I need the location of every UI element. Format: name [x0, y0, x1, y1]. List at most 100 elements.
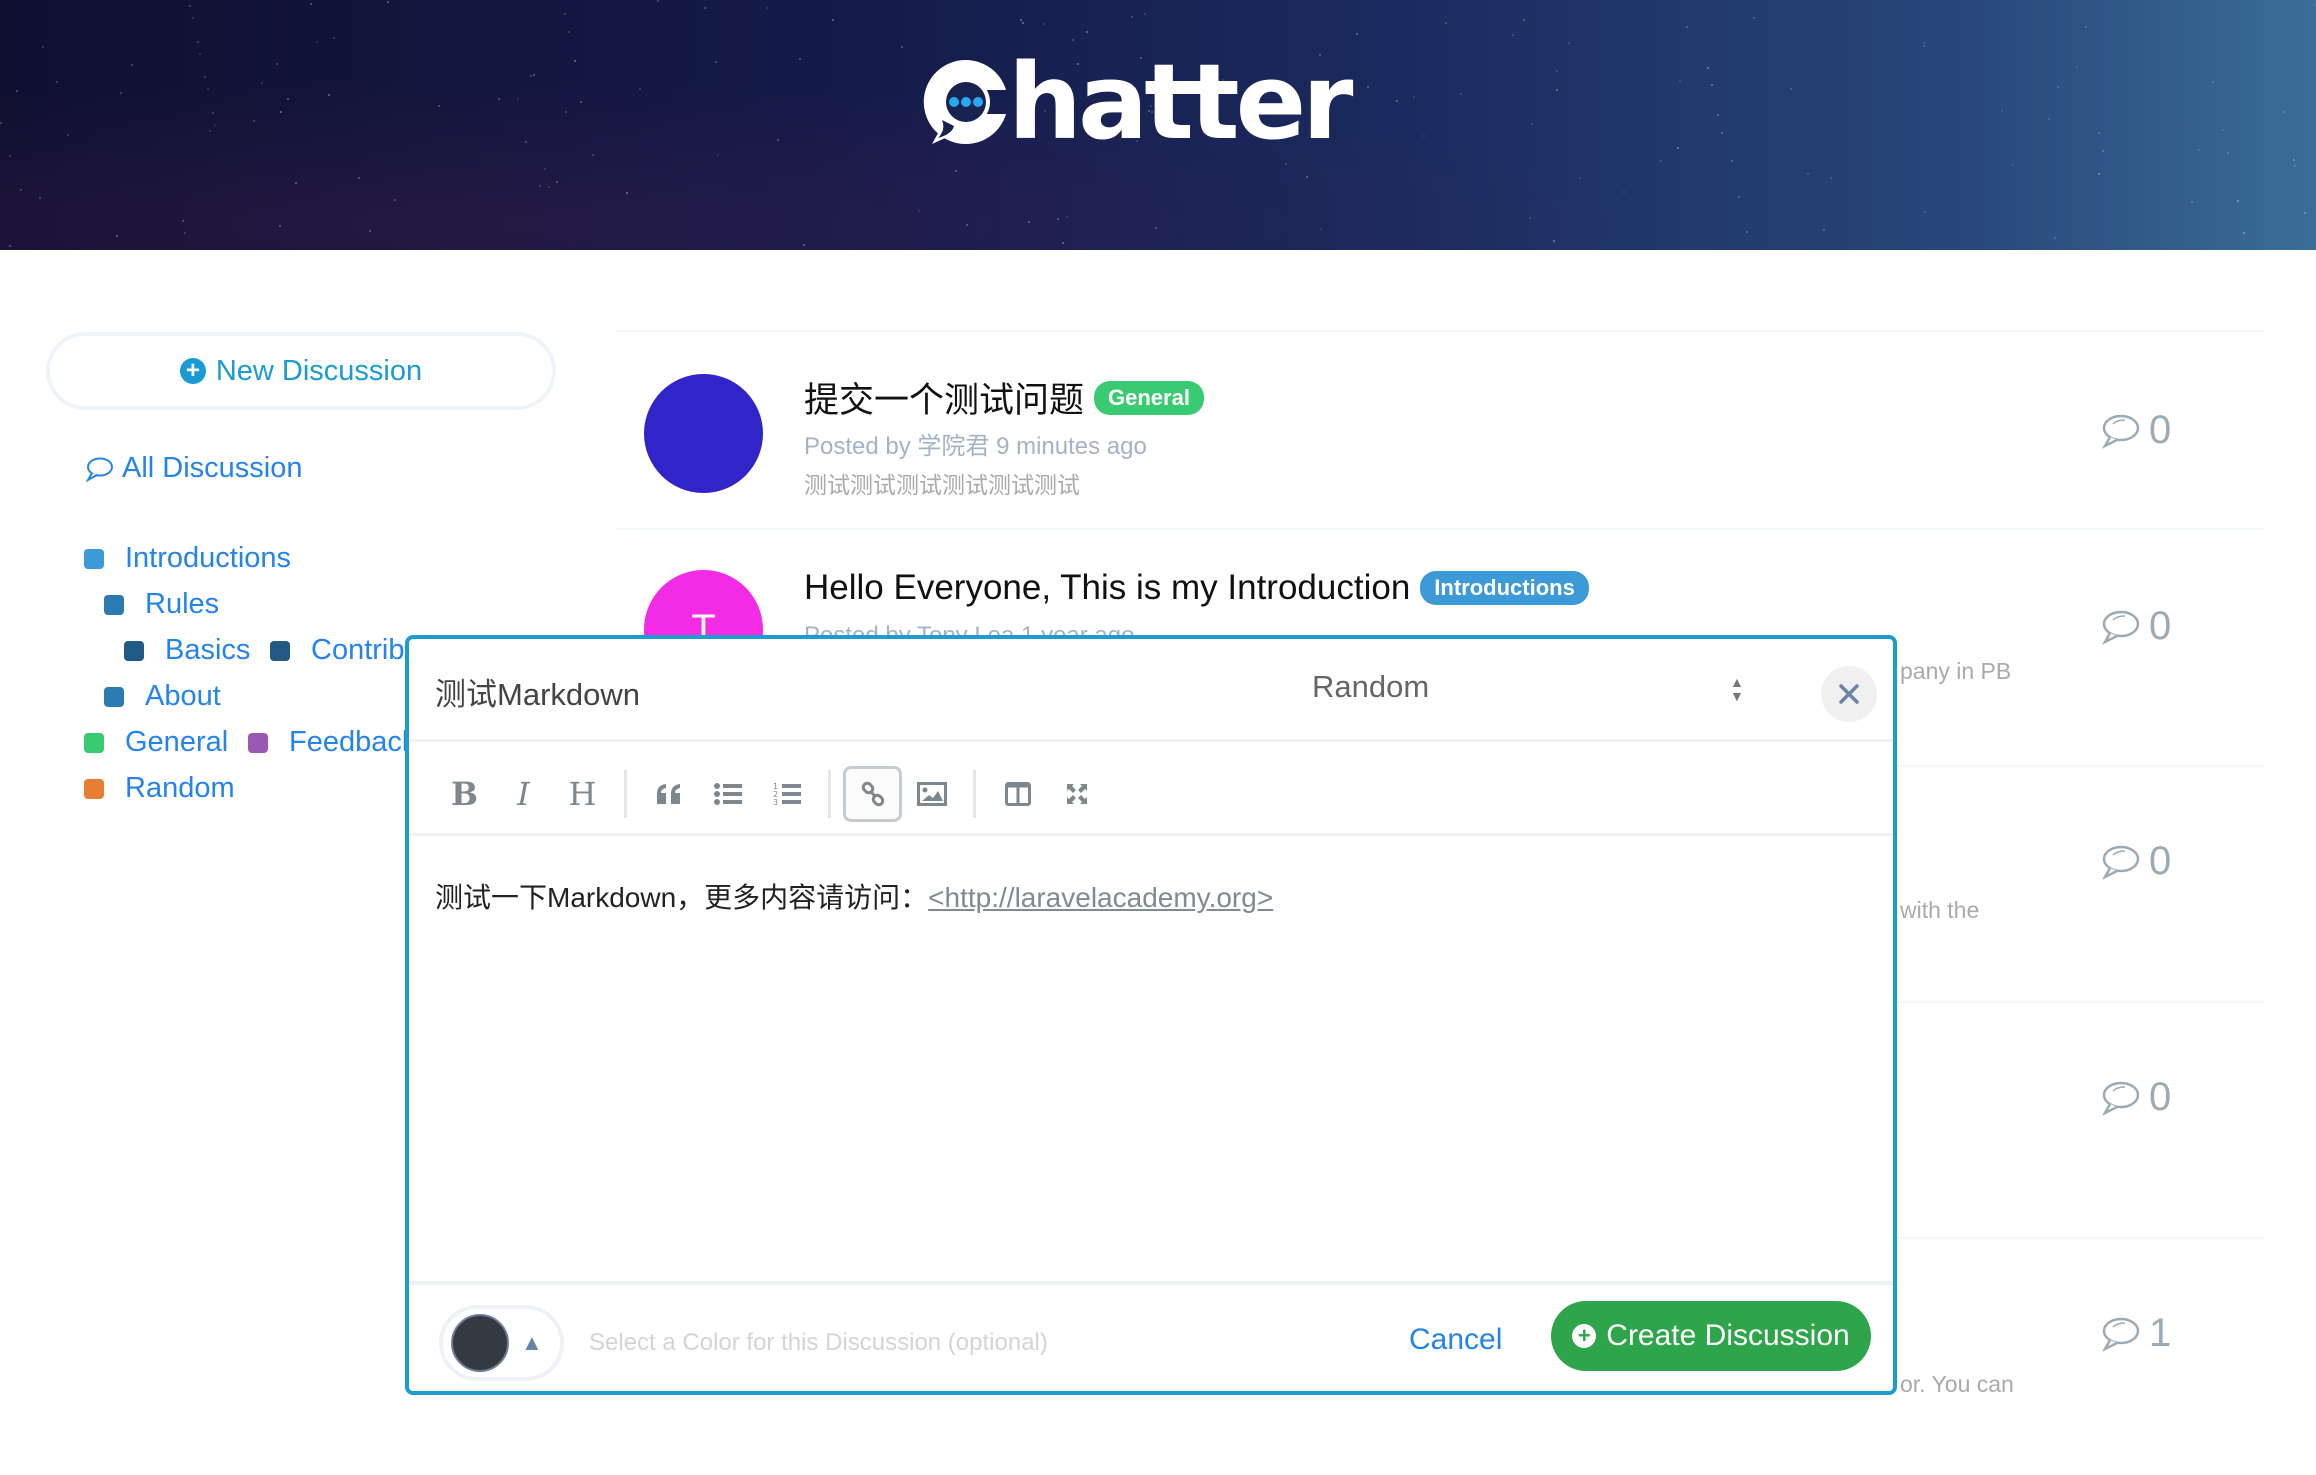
category-about[interactable]: About [104, 680, 221, 713]
star-decoration [2012, 163, 2015, 166]
discussion-title-input[interactable]: 测试Markdown [435, 669, 640, 714]
star-decoration [1623, 191, 1626, 194]
site-header: hatter [0, 0, 2316, 250]
star-decoration [1285, 163, 1288, 166]
category-basics[interactable]: Basics [124, 634, 250, 667]
cancel-button[interactable]: Cancel [1409, 1323, 1502, 1357]
category-label: General [125, 726, 229, 758]
star-decoration [357, 176, 360, 179]
close-modal-button[interactable] [1821, 666, 1877, 722]
italic-button[interactable]: I [494, 766, 553, 822]
select-arrows-icon[interactable]: ▲ ▼ [1730, 675, 1744, 703]
star-decoration [115, 234, 118, 237]
star-decoration [1686, 25, 1689, 28]
star-decoration [2222, 128, 2225, 131]
editor-text: 测试一下Markdown，更多内容请访问： [435, 882, 929, 913]
side-by-side-button[interactable] [988, 766, 1047, 822]
comment-count-value: 0 [2149, 408, 2172, 452]
avatar [644, 374, 763, 493]
category-color-swatch [124, 640, 144, 661]
plus-circle-icon: + [1572, 1324, 1597, 1348]
chatter-logo[interactable]: hatter [920, 50, 1353, 154]
comment-count: 0 [2099, 1075, 2171, 1120]
all-discussion-link[interactable]: All Discussion [84, 452, 303, 485]
category-random[interactable]: Random [84, 772, 235, 805]
star-decoration [2282, 111, 2285, 114]
new-discussion-button[interactable]: + New Discussion [46, 332, 556, 410]
star-decoration [1676, 147, 1679, 150]
star-decoration [294, 182, 297, 185]
unordered-list-button[interactable] [698, 766, 757, 822]
quote-button[interactable] [639, 766, 698, 822]
comment-count: 1 [2099, 1311, 2171, 1356]
star-decoration [1923, 210, 1926, 213]
star-decoration [1923, 42, 1926, 45]
image-button[interactable] [902, 766, 961, 822]
star-decoration [252, 119, 255, 122]
star-decoration [1738, 195, 1741, 198]
star-decoration [181, 219, 184, 222]
star-decoration [438, 104, 441, 107]
create-discussion-button[interactable]: + Create Discussion [1551, 1301, 1871, 1371]
star-decoration [715, 60, 718, 63]
star-decoration [1806, 173, 1809, 176]
category-select[interactable]: Random [1312, 669, 1429, 705]
color-picker-button[interactable]: ▲ [439, 1305, 564, 1381]
discussion-title[interactable]: 提交一个测试问题 General [804, 372, 1204, 423]
comment-count-value: 0 [2149, 604, 2172, 648]
star-decoration [333, 36, 336, 39]
star-decoration [1721, 131, 1724, 134]
bold-button[interactable]: B [435, 766, 494, 822]
star-decoration [565, 110, 568, 113]
star-decoration [626, 191, 629, 194]
star-decoration [639, 88, 642, 91]
category-badge: General [1094, 380, 1204, 415]
comment-count: 0 [2099, 604, 2171, 649]
category-rules[interactable]: Rules [104, 588, 219, 621]
speech-bubble-icon [2101, 1317, 2140, 1352]
fullscreen-button[interactable] [1047, 766, 1106, 822]
star-decoration [2293, 164, 2296, 167]
discussion-excerpt: 测试测试测试测试测试测试 [804, 472, 1080, 498]
category-color-swatch [248, 732, 268, 753]
star-decoration [2197, 148, 2200, 151]
heading-button[interactable]: H [553, 766, 612, 822]
category-general[interactable]: General [84, 726, 228, 759]
comment-count-value: 1 [2149, 1311, 2172, 1355]
star-decoration [1144, 13, 1147, 15]
star-decoration [1021, 22, 1024, 25]
discussion-excerpt: or. You can [1900, 1371, 2014, 1397]
star-decoration [1460, 92, 1463, 95]
discussion-row[interactable]: 提交一个测试问题 General Posted by 学院君 9 minutes… [615, 330, 2265, 530]
speech-bubble-icon [2101, 1081, 2140, 1116]
plus-circle-icon: + [179, 358, 206, 384]
all-discussion-label: All Discussion [122, 452, 303, 484]
link-icon [861, 781, 884, 807]
divider [409, 833, 1893, 836]
star-decoration [1753, 16, 1756, 19]
markdown-editor[interactable]: 测试一下Markdown，更多内容请访问：<http://laravelacad… [435, 876, 1273, 916]
star-decoration [777, 139, 780, 142]
star-decoration [1445, 21, 1448, 24]
star-decoration [206, 88, 209, 91]
category-label: Basics [165, 634, 251, 666]
image-icon [916, 782, 947, 806]
star-decoration [1922, 44, 1925, 47]
fullscreen-icon [1066, 784, 1087, 804]
editor-link[interactable]: <http://laravelacademy.org> [928, 882, 1273, 913]
discussion-title[interactable]: Hello Everyone, This is my Introduction … [804, 568, 1589, 608]
chat-bubble-logo-icon [920, 56, 1012, 148]
star-decoration [275, 63, 278, 66]
link-button[interactable] [843, 766, 902, 822]
star-decoration [316, 41, 319, 44]
star-decoration [1730, 160, 1733, 163]
caret-up-icon: ▲ [521, 1330, 543, 1355]
star-decoration [1678, 79, 1681, 82]
star-decoration [548, 185, 551, 188]
category-introductions[interactable]: Introductions [84, 542, 291, 575]
star-decoration [917, 210, 920, 213]
star-decoration [1707, 66, 1710, 69]
ordered-list-button[interactable]: 123 [757, 766, 816, 822]
category-feedback[interactable]: Feedback [248, 726, 416, 759]
star-decoration [1717, 114, 1720, 117]
